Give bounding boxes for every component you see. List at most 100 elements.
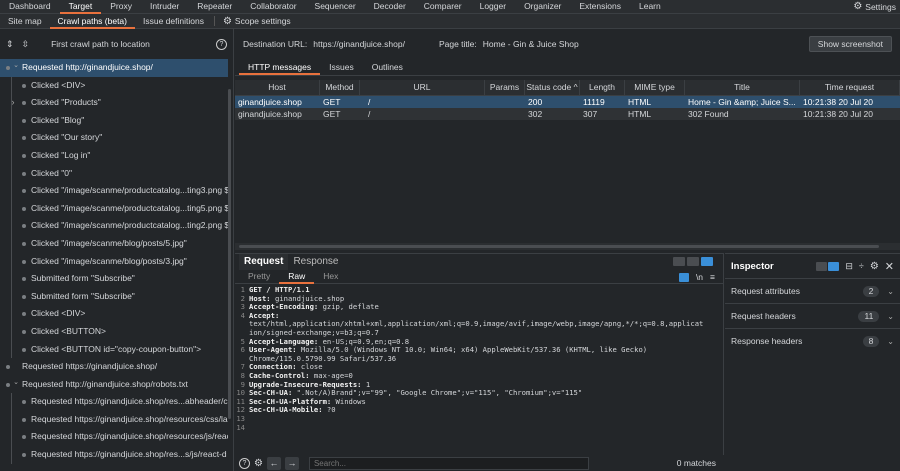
view-tab-hex[interactable]: Hex xyxy=(314,270,347,284)
table-scroll-thumb[interactable] xyxy=(239,245,879,248)
collapse-all-icon[interactable]: ⇳ xyxy=(22,39,30,50)
crawl-tree-node[interactable]: Clicked "Our story" xyxy=(0,129,228,147)
menu-sequencer[interactable]: Sequencer xyxy=(306,0,365,14)
crawl-tree-node[interactable]: Clicked "/image/scanme/productcatalog...… xyxy=(0,199,228,218)
chevron-down-icon[interactable]: ⌄ xyxy=(887,312,894,321)
raw-request-editor[interactable]: 1 GET / HTTP/1.1 2 Host: ginandjuice.shop 3 A… xyxy=(235,284,723,432)
inspector-layout-left-icon[interactable] xyxy=(816,261,828,271)
menu-decoder[interactable]: Decoder xyxy=(365,0,415,14)
layout-side-by-side-icon[interactable] xyxy=(673,257,685,266)
crawl-tree-node[interactable]: Clicked <DIV> xyxy=(0,76,228,95)
crawl-tree-node[interactable]: Clicked "/image/scanme/blog/posts/5.jpg" xyxy=(0,234,228,253)
crawl-tree-node[interactable]: Clicked <DIV> xyxy=(0,305,228,323)
column-header-mime-type[interactable]: MIME type xyxy=(625,80,685,95)
crawl-tree-node[interactable]: Clicked "Blog" xyxy=(0,111,228,130)
crawl-tree-node[interactable]: Requested https://ginandjuice.shop/resou… xyxy=(0,428,228,447)
help-icon[interactable]: ? xyxy=(216,38,227,50)
settings-button[interactable]: ⚙ Settings xyxy=(853,1,900,12)
menu-learn[interactable]: Learn xyxy=(630,0,670,14)
scope-settings-button[interactable]: ⚙ Scope settings xyxy=(217,16,297,27)
inspector-section-request-attributes[interactable]: Request attributes 2 ⌄ xyxy=(725,278,900,303)
crawl-tree-scrollbar[interactable] xyxy=(228,89,231,419)
crawl-tree-node[interactable]: ⌄ Requested http://ginandjuice.shop/robot… xyxy=(0,376,228,394)
inspector-section-response-headers[interactable]: Response headers 8 ⌄ xyxy=(725,328,900,353)
column-header-method[interactable]: Method xyxy=(320,80,360,95)
crawl-tree-node[interactable]: Requested https://ginandjuice.shop/resou… xyxy=(0,410,228,429)
inspector-layout-right-icon[interactable] xyxy=(828,261,840,271)
crawl-tree-node[interactable]: Clicked "/image/scanme/blog/posts/3.jpg" xyxy=(0,252,228,271)
chevron-down-icon[interactable]: ⌄ xyxy=(12,59,20,75)
line-number: 4 xyxy=(240,310,245,320)
menu-dashboard[interactable]: Dashboard xyxy=(0,0,60,14)
tab-crawl-paths-beta[interactable]: Crawl paths (beta) xyxy=(49,14,135,29)
search-settings-gear-icon[interactable]: ⚙ xyxy=(254,458,263,469)
tab-issues[interactable]: Issues xyxy=(320,60,363,75)
column-header-host[interactable]: Host xyxy=(235,80,320,95)
view-tab-pretty[interactable]: Pretty xyxy=(239,270,279,284)
tree-guide-line xyxy=(11,305,12,323)
crawl-tree-node[interactable]: › Clicked "Products" xyxy=(0,94,228,112)
layout-tabs-icon[interactable] xyxy=(701,257,713,266)
layout-stacked-icon[interactable] xyxy=(687,257,699,266)
column-header-length[interactable]: Length xyxy=(580,80,625,95)
tab-response[interactable]: Response xyxy=(288,254,343,270)
chevron-right-icon[interactable]: › xyxy=(9,94,17,112)
menu-repeater[interactable]: Repeater xyxy=(188,0,241,14)
chevron-down-icon[interactable]: ⌄ xyxy=(887,337,894,346)
menu-extensions[interactable]: Extensions xyxy=(570,0,630,14)
search-next-icon[interactable]: → xyxy=(284,456,299,470)
chevron-down-icon[interactable]: ⌄ xyxy=(12,376,20,392)
detail-panel: Destination URL: https://ginandjuice.sho… xyxy=(235,29,900,471)
tab-site-map[interactable]: Site map xyxy=(0,14,50,29)
table-row[interactable]: ginandjuice.shop GET / 200 11119 HTML Home - G… xyxy=(235,96,900,108)
table-row[interactable]: ginandjuice.shop GET / 302 307 HTML 302 Found 1… xyxy=(235,108,900,120)
tab-outlines[interactable]: Outlines xyxy=(363,60,412,75)
column-header-time-request[interactable]: Time request xyxy=(800,80,900,95)
crawl-tree-node[interactable]: Clicked <BUTTON> xyxy=(0,322,228,341)
crawl-tree-node[interactable]: ⌄ Requested http://ginandjuice.shop/ xyxy=(0,59,228,77)
menu-logger[interactable]: Logger xyxy=(471,0,515,14)
show-newlines-toggle[interactable]: \n xyxy=(696,272,703,282)
inspector-settings-gear-icon[interactable]: ⚙ xyxy=(870,261,879,272)
menu-target[interactable]: Target xyxy=(59,0,102,14)
tab-issue-definitions[interactable]: Issue definitions xyxy=(135,14,212,29)
crawl-tree-node[interactable]: Clicked <BUTTON id="copy-coupon-button"> xyxy=(0,340,228,359)
column-header-params[interactable]: Params xyxy=(485,80,525,95)
crawl-tree-node[interactable]: Requested https://ginandjuice.shop/ xyxy=(0,358,228,376)
menu-intruder[interactable]: Intruder xyxy=(141,0,188,14)
inspector-header: Inspector ⊟ ÷ ⚙ ✕ xyxy=(725,254,900,278)
inspector-close-icon[interactable]: ✕ xyxy=(885,260,894,273)
menu-icon[interactable]: ≡ xyxy=(710,272,715,282)
crawl-tree-node[interactable]: Clicked "/image/scanme/productcatalog...… xyxy=(0,217,228,235)
tab-request[interactable]: Request xyxy=(239,254,289,270)
inspector-section-request-headers[interactable]: Request headers 11 ⌄ xyxy=(725,303,900,328)
crawl-tree-node[interactable]: Requested https://ginandjuice.shop/res..… xyxy=(0,393,228,411)
crawl-tree-node[interactable]: Clicked "Log in" xyxy=(0,146,228,165)
view-tab-raw[interactable]: Raw xyxy=(279,270,315,284)
crawl-tree-node[interactable]: Submitted form "Subscribe" xyxy=(0,287,228,306)
menu-collaborator[interactable]: Collaborator xyxy=(241,0,305,14)
chevron-down-icon[interactable]: ⌄ xyxy=(887,287,894,296)
crawl-tree-node[interactable]: Clicked "/image/scanme/productcatalog...… xyxy=(0,182,228,200)
tab-http-messages[interactable]: HTTP messages xyxy=(239,60,321,75)
crawl-tree-node[interactable]: Clicked "0" xyxy=(0,164,228,183)
menu-proxy[interactable]: Proxy xyxy=(101,0,141,14)
search-previous-icon[interactable]: ← xyxy=(266,456,281,470)
table-horizontal-scrollbar[interactable] xyxy=(235,243,900,250)
crawl-tree-node[interactable]: Submitted form "Subscribe" xyxy=(0,270,228,288)
inspector-split-icon[interactable]: ÷ xyxy=(859,261,864,271)
menu-comparer[interactable]: Comparer xyxy=(415,0,471,14)
inspector-align-icon[interactable]: ⊟ xyxy=(845,261,853,272)
search-input[interactable] xyxy=(308,456,589,470)
menu-organizer[interactable]: Organizer xyxy=(515,0,570,14)
show-screenshot-button[interactable]: Show screenshot xyxy=(808,36,892,52)
column-header-status-code[interactable]: Status code ^ xyxy=(525,80,580,95)
crawl-node-label: Submitted form "Subscribe" xyxy=(31,273,135,284)
column-header-title[interactable]: Title xyxy=(685,80,800,95)
crawl-tree-node[interactable]: Requested https://ginandjuice.shop/res..… xyxy=(0,446,228,464)
crawl-node-label: Clicked "Our story" xyxy=(31,132,103,143)
column-header-url[interactable]: URL xyxy=(360,80,485,95)
search-help-icon[interactable]: ? xyxy=(239,457,250,469)
wrap-lines-icon[interactable] xyxy=(678,272,689,282)
expand-all-icon[interactable]: ⇕ xyxy=(6,39,14,50)
